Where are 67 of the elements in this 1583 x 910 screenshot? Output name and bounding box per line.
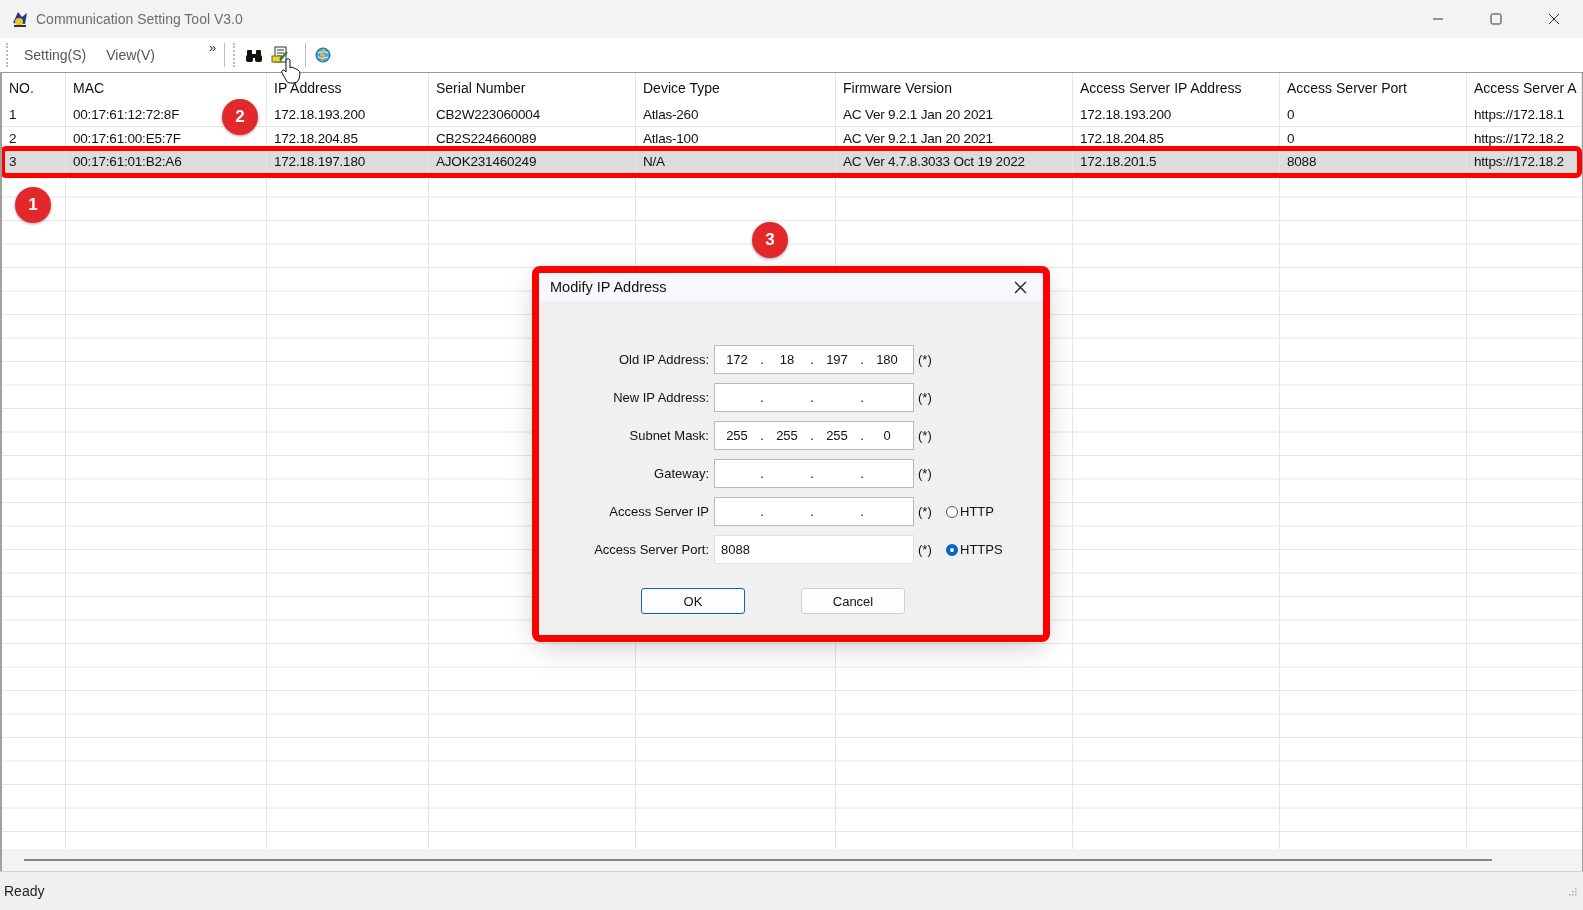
input-field[interactable]: 8088 — [714, 535, 914, 564]
column-header[interactable]: NO. — [2, 73, 66, 103]
resize-grip-icon[interactable] — [1567, 886, 1577, 896]
ip-address-field[interactable]: 255 . 255 . 255 . 0 — [714, 421, 914, 450]
table-cell: CB2W223060004 — [429, 103, 636, 127]
required-mark: (*) — [918, 504, 933, 519]
field-label: Gateway: — [653, 466, 710, 481]
menu-item[interactable]: View(V) — [100, 43, 161, 67]
table-cell: AC Ver 9.2.1 Jan 20 2021 — [836, 103, 1073, 127]
required-mark: (*) — [918, 352, 933, 367]
ip-address-field[interactable]: . . . — [714, 383, 914, 412]
table-cell: 172.18.204.85 — [267, 126, 429, 150]
required-mark: (*) — [918, 428, 933, 443]
table-cell: 00:17:61:01:B2:A6 — [66, 150, 267, 174]
required-mark: (*) — [918, 542, 933, 557]
table-cell: 1 — [2, 103, 66, 127]
close-icon[interactable] — [1548, 13, 1560, 25]
dialog-button[interactable]: Cancel — [801, 588, 905, 614]
dialog-button[interactable]: OK — [641, 588, 745, 614]
ip-address-field[interactable]: . . . — [714, 459, 914, 488]
table-cell: AC Ver 9.2.1 Jan 20 2021 — [836, 126, 1073, 150]
table-cell: N/A — [636, 150, 836, 174]
field-label: Old IP Address: — [617, 352, 710, 367]
table-cell: https://172.18.1 — [1467, 103, 1582, 127]
maximize-icon[interactable] — [1490, 13, 1502, 25]
table-cell: Atlas-100 — [636, 126, 836, 150]
status-text: Ready — [4, 883, 45, 899]
table-cell: AC Ver 4.7.8.3033 Oct 19 2022 — [836, 150, 1073, 174]
column-header[interactable]: Access Server Port — [1280, 73, 1467, 103]
column-header[interactable]: Serial Number — [429, 73, 636, 103]
column-header[interactable]: Firmware Version — [836, 73, 1073, 103]
column-header[interactable]: Device Type — [636, 73, 836, 103]
menu-item[interactable]: Setting(S) — [18, 43, 93, 67]
table-cell: CB2S224660089 — [429, 126, 636, 150]
table-cell: Atlas-260 — [636, 103, 836, 127]
column-header[interactable]: Access Server A — [1467, 73, 1582, 103]
table-cell: 3 — [2, 150, 66, 174]
table-cell: 172.18.193.200 — [1073, 103, 1280, 127]
overflow-chevron[interactable]: » — [209, 40, 217, 55]
window-title: Communication Setting Tool V3.0 — [36, 11, 243, 27]
table-cell: 172.18.197.180 — [267, 150, 429, 174]
required-mark: (*) — [918, 390, 933, 405]
field-label: Subnet Mask: — [628, 428, 710, 443]
field-label: Access Server Port: — [593, 542, 710, 557]
column-header[interactable]: Access Server IP Address — [1073, 73, 1280, 103]
table-cell: 172.18.201.5 — [1073, 150, 1280, 174]
field-label: New IP Address: — [612, 390, 710, 405]
scrollbar-thumb[interactable] — [24, 859, 1492, 861]
table-cell: https://172.18.2 — [1467, 126, 1582, 150]
table-cell: 0 — [1280, 126, 1467, 150]
table-cell: AJOK231460249 — [429, 150, 636, 174]
table-cell: 8088 — [1280, 150, 1467, 174]
table-cell: 2 — [2, 126, 66, 150]
ip-address-field[interactable]: 172 . 18 . 197 . 180 — [714, 345, 914, 374]
required-mark: (*) — [918, 466, 933, 481]
dialog-title: Modify IP Address — [550, 279, 667, 295]
table-cell: 172.18.193.200 — [267, 103, 429, 127]
radio-button[interactable]: HTTPS — [946, 542, 1003, 557]
help-globe-icon[interactable] — [314, 46, 333, 64]
close-icon[interactable] — [1014, 280, 1027, 294]
table-cell: 0 — [1280, 103, 1467, 127]
document-edit-icon[interactable] — [271, 46, 290, 64]
radio-button[interactable]: HTTP — [946, 504, 994, 519]
table-cell: https://172.18.2 — [1467, 150, 1582, 174]
ip-address-field[interactable]: . . . — [714, 497, 914, 526]
table-cell: 172.18.204.85 — [1073, 126, 1280, 150]
field-label: Access Server IP — [608, 504, 710, 519]
